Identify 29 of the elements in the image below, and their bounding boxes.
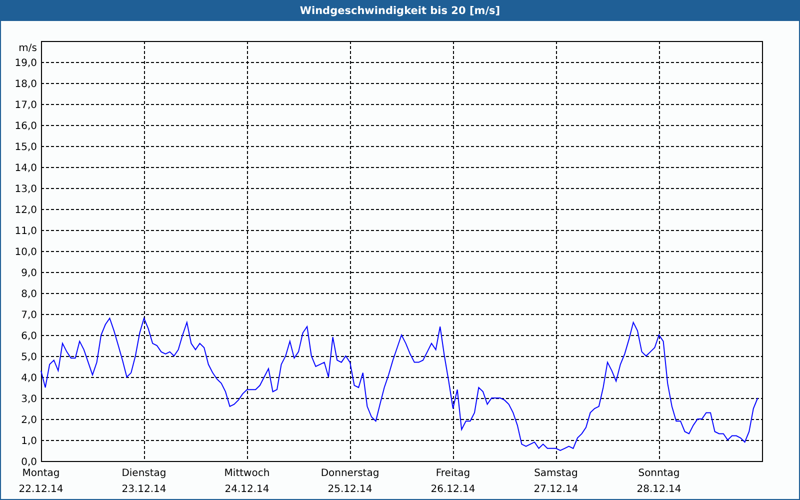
x-tick-label: Sonntag 28.12.14 [636,468,682,495]
x-tick-label: Samstag 27.12.14 [534,468,578,495]
y-tick-label: 19,0 [14,58,37,69]
y-tick-label: 15,0 [14,142,37,153]
y-tick-label: 3,0 [21,394,37,405]
y-tick-label: 14,0 [14,163,37,174]
y-tick-label: 1,0 [21,436,37,447]
y-tick-label: 18,0 [14,79,37,90]
y-tick-label: 8,0 [21,289,37,300]
y-tick-label: 10,0 [14,247,37,258]
y-tick-label: 9,0 [21,268,37,279]
y-tick-label: 2,0 [21,415,37,426]
y-tick-label: 12,0 [14,205,37,216]
x-tick-label: Dienstag 23.12.14 [122,468,166,495]
y-tick-label: 7,0 [21,310,37,321]
y-tick-label: 0,0 [21,457,37,468]
y-tick-label: 13,0 [14,184,37,195]
y-tick-label: 11,0 [14,226,37,237]
y-tick-label: 4,0 [21,373,37,384]
y-axis-label: m/s [18,43,37,54]
window-title: Windgeschwindigkeit bis 20 [m/s] [1,1,799,21]
y-tick-label: 5,0 [21,352,37,363]
y-tick-label: 6,0 [21,331,37,342]
y-tick-label: 17,0 [14,100,37,111]
y-tick-label: 16,0 [14,121,37,132]
x-tick-label: Freitag 26.12.14 [430,468,476,495]
x-tick-label: Montag 22.12.14 [18,468,64,495]
x-tick-label: Mittwoch 24.12.14 [224,468,270,495]
x-tick-label: Donnerstag 25.12.14 [320,468,380,495]
